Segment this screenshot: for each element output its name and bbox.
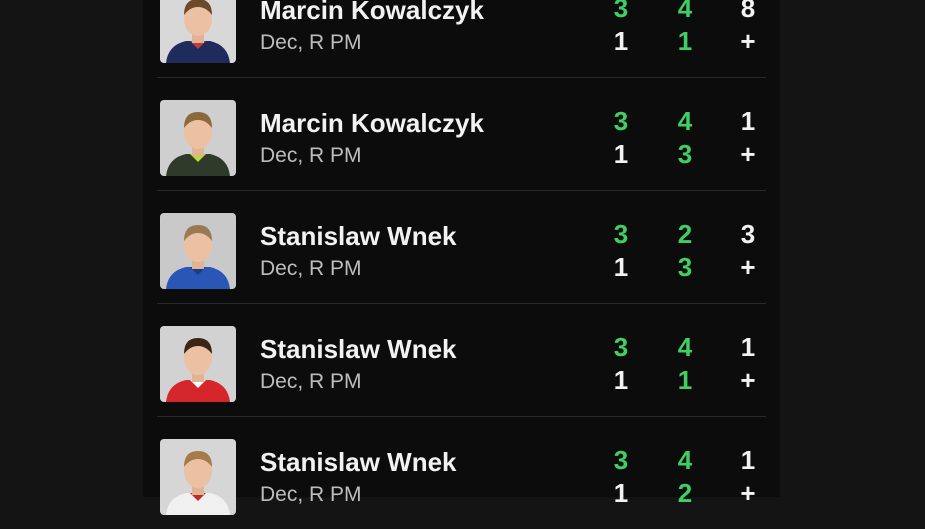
stat-value: 4 xyxy=(677,0,693,23)
player-name: Stanislaw Wnek xyxy=(260,447,457,477)
add-indicator[interactable]: + xyxy=(733,365,763,396)
stat-value: 1 xyxy=(677,365,693,395)
stat-value: 3 xyxy=(677,139,693,169)
player-name: Stanislaw Wnek xyxy=(260,221,457,251)
stat-value: 1 xyxy=(613,478,629,508)
stat-value: 1 xyxy=(613,365,629,395)
add-indicator[interactable]: + xyxy=(733,139,763,170)
stat-value: 4 xyxy=(677,332,693,362)
stat-value: 3 xyxy=(613,445,629,475)
stat-value: 4 xyxy=(677,106,693,136)
player-subtitle: Dec, R PM xyxy=(260,257,362,280)
stat-value: 3 xyxy=(740,219,756,249)
player-subtitle: Dec, R PM xyxy=(260,144,362,167)
stat-value: 3 xyxy=(677,252,693,282)
stat-value: 1 xyxy=(677,26,693,56)
stat-value: 1 xyxy=(740,106,756,136)
stat-value: 4 xyxy=(677,445,693,475)
stat-value: 1 xyxy=(613,252,629,282)
player-photo xyxy=(160,439,236,515)
stat-value: 2 xyxy=(677,219,693,249)
player-list: Marcin Kowalczyk Dec, R PM 3 4 8 1 1 + Marcin Ko… xyxy=(143,0,780,529)
player-photo xyxy=(160,326,236,402)
player-name: Stanislaw Wnek xyxy=(260,334,457,364)
player-row[interactable]: Marcin Kowalczyk Dec, R PM 3 4 1 1 3 + xyxy=(157,78,766,191)
player-list-panel: Marcin Kowalczyk Dec, R PM 3 4 8 1 1 + Marcin Ko… xyxy=(143,0,780,515)
stat-value: 3 xyxy=(613,219,629,249)
player-photo xyxy=(160,0,236,63)
player-subtitle: Dec, R PM xyxy=(260,370,362,393)
player-row[interactable]: Marcin Kowalczyk Dec, R PM 3 4 8 1 1 + xyxy=(157,0,766,78)
player-photo xyxy=(160,100,236,176)
player-name: Marcin Kowalczyk xyxy=(260,108,484,138)
stat-value: 2 xyxy=(677,478,693,508)
stat-value: 3 xyxy=(613,332,629,362)
stat-value: 1 xyxy=(740,445,756,475)
stat-value: 3 xyxy=(613,106,629,136)
stat-value: 1 xyxy=(613,26,629,56)
player-row[interactable]: Stanislaw Wnek Dec, R PM 3 4 1 1 1 + xyxy=(157,304,766,417)
stat-value: 1 xyxy=(613,139,629,169)
player-name: Marcin Kowalczyk xyxy=(260,0,484,25)
stat-value: 3 xyxy=(613,0,629,23)
player-photo xyxy=(160,213,236,289)
stat-value: 1 xyxy=(740,332,756,362)
player-row[interactable]: Stanislaw Wnek Dec, R PM 3 4 1 1 2 + xyxy=(157,417,766,529)
player-subtitle: Dec, R PM xyxy=(260,483,362,506)
player-subtitle: Dec, R PM xyxy=(260,31,362,54)
stat-value: 8 xyxy=(740,0,756,23)
add-indicator[interactable]: + xyxy=(733,478,763,509)
player-row[interactable]: Stanislaw Wnek Dec, R PM 3 2 3 1 3 + xyxy=(157,191,766,304)
add-indicator[interactable]: + xyxy=(733,252,763,283)
add-indicator[interactable]: + xyxy=(733,26,763,57)
